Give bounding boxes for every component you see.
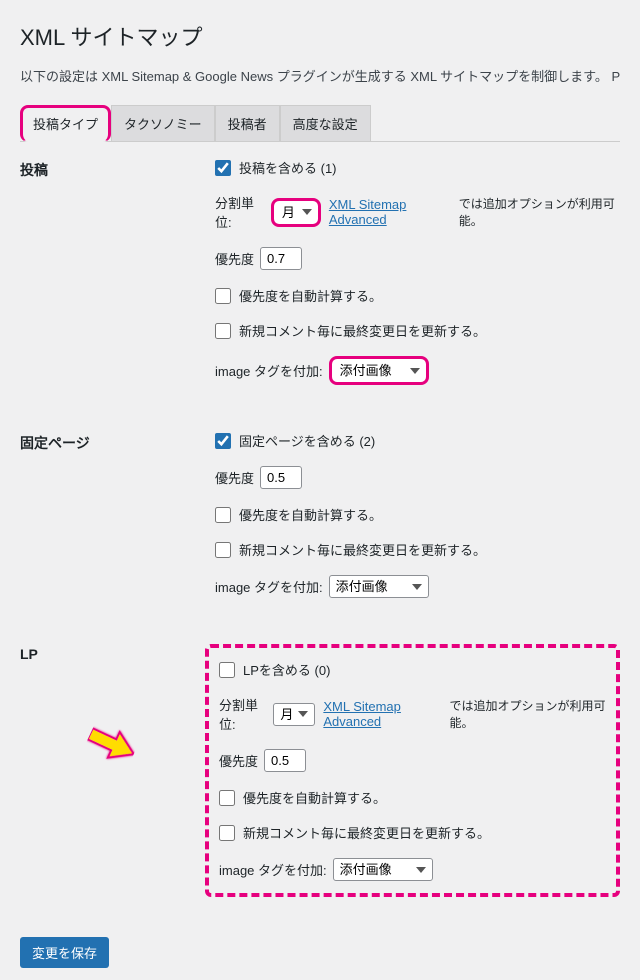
pages-priority-input[interactable] [260, 466, 302, 489]
tab-taxonomy[interactable]: タクソノミー [111, 105, 215, 141]
posts-include-checkbox[interactable] [215, 160, 231, 176]
tab-post-type[interactable]: 投稿タイプ [20, 105, 111, 142]
lp-split-select[interactable]: 月 [273, 703, 315, 726]
lp-include-checkbox[interactable] [219, 662, 235, 678]
pages-image-select[interactable]: 添付画像 [329, 575, 429, 598]
section-pages-label: 固定ページ [20, 431, 215, 453]
lp-auto-priority-checkbox[interactable] [219, 790, 235, 806]
lp-split-label: 分割単位: [219, 695, 267, 733]
posts-split-select[interactable]: 月 [271, 198, 321, 227]
posts-advanced-link[interactable]: XML Sitemap Advanced [329, 197, 453, 227]
lp-update-comment-checkbox[interactable] [219, 825, 235, 841]
pages-auto-priority-label: 優先度を自動計算する。 [239, 505, 382, 524]
posts-link-note: では追加オプションが利用可能。 [459, 195, 620, 229]
section-posts-label: 投稿 [20, 158, 215, 180]
posts-auto-priority-label: 優先度を自動計算する。 [239, 286, 382, 305]
posts-include-label: 投稿を含める (1) [239, 158, 337, 177]
lp-highlight-box: LPを含める (0) 分割単位: 月 XML Sitemap Advanced … [205, 644, 620, 897]
lp-image-select[interactable]: 添付画像 [333, 858, 433, 881]
section-lp-label: LP [20, 644, 215, 662]
lp-auto-priority-label: 優先度を自動計算する。 [243, 788, 386, 807]
posts-update-comment-checkbox[interactable] [215, 323, 231, 339]
page-title: XML サイトマップ [20, 20, 620, 52]
lp-include-label: LPを含める (0) [243, 660, 330, 679]
save-button[interactable]: 変更を保存 [20, 937, 109, 968]
pages-auto-priority-checkbox[interactable] [215, 507, 231, 523]
pages-update-comment-checkbox[interactable] [215, 542, 231, 558]
posts-priority-label: 優先度 [215, 249, 254, 268]
posts-auto-priority-checkbox[interactable] [215, 288, 231, 304]
pages-image-label: image タグを付加: [215, 577, 323, 596]
tab-advanced[interactable]: 高度な設定 [280, 105, 371, 141]
tabs: 投稿タイプ タクソノミー 投稿者 高度な設定 [20, 105, 620, 142]
posts-image-label: image タグを付加: [215, 361, 323, 380]
lp-link-note: では追加オプションが利用可能。 [450, 697, 606, 731]
lp-priority-label: 優先度 [219, 751, 258, 770]
posts-image-select[interactable]: 添付画像 [329, 356, 429, 385]
lp-priority-input[interactable] [264, 749, 306, 772]
tab-author[interactable]: 投稿者 [215, 105, 280, 141]
pages-include-checkbox[interactable] [215, 433, 231, 449]
pages-include-label: 固定ページを含める (2) [239, 431, 375, 450]
lp-advanced-link[interactable]: XML Sitemap Advanced [323, 699, 443, 729]
lp-update-comment-label: 新規コメント毎に最終変更日を更新する。 [243, 823, 490, 842]
pages-update-comment-label: 新規コメント毎に最終変更日を更新する。 [239, 540, 486, 559]
posts-priority-input[interactable] [260, 247, 302, 270]
lp-image-label: image タグを付加: [219, 860, 327, 879]
posts-update-comment-label: 新規コメント毎に最終変更日を更新する。 [239, 321, 486, 340]
page-description: 以下の設定は XML Sitemap & Google News プラグインが生… [20, 66, 620, 85]
posts-split-label: 分割単位: [215, 193, 265, 231]
pages-priority-label: 優先度 [215, 468, 254, 487]
